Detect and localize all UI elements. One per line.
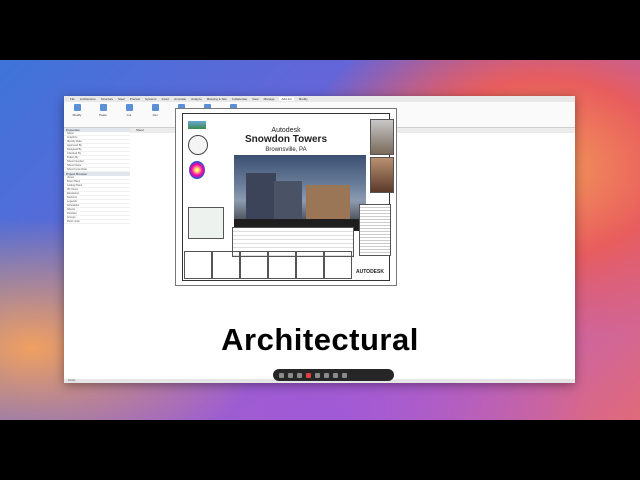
title-sheet[interactable]: Autodesk Snowdon Towers Brownsville, PA …	[175, 108, 397, 286]
tab-structure[interactable]: Structure	[101, 97, 113, 101]
video-caption: Architectural	[221, 322, 419, 357]
browser-item[interactable]: Revit Links	[64, 220, 130, 224]
button-label: Cut	[126, 113, 132, 117]
tab-modify[interactable]: Modify	[299, 97, 308, 101]
paste-button[interactable]: Paste	[96, 104, 110, 125]
tab-view[interactable]: View	[252, 97, 258, 101]
sheet-brand: Autodesk	[271, 127, 301, 134]
recording-toolbar	[273, 369, 394, 381]
app-icon[interactable]	[297, 372, 302, 378]
tab-steel[interactable]: Steel	[118, 97, 125, 101]
logo-emblem-icon	[188, 121, 206, 129]
app-icon[interactable]	[333, 372, 338, 378]
scissors-icon	[125, 104, 133, 111]
record-icon[interactable]	[306, 372, 311, 378]
tab-architecture[interactable]: Architecture	[80, 97, 96, 101]
titleblock-cell	[240, 251, 268, 279]
building-photo	[234, 155, 366, 231]
drawing-list-table	[359, 204, 391, 256]
thumbnail-image	[370, 157, 394, 193]
tab-precast[interactable]: Precast	[130, 97, 140, 101]
join-icon	[151, 104, 159, 111]
sheet-location: Brownsville, PA	[265, 147, 307, 153]
titleblock-cell	[324, 251, 352, 279]
tab-file[interactable]: File	[70, 97, 75, 101]
clipboard-icon	[99, 104, 107, 111]
site-plan-thumbnail	[188, 207, 224, 239]
tab-collaborate[interactable]: Collaborate	[232, 97, 247, 101]
titleblock-cell	[212, 251, 240, 279]
tab-add-ins[interactable]: Add-Ins	[279, 97, 294, 101]
cursor-icon	[73, 104, 81, 111]
app-icon[interactable]	[279, 372, 284, 378]
app-icon[interactable]	[288, 372, 293, 378]
autodesk-footer-logo: AUTODESK	[356, 269, 384, 275]
sheet-project-title: Snowdon Towers	[244, 134, 328, 145]
titleblock-cell	[296, 251, 324, 279]
modify-button[interactable]: Modify	[70, 104, 84, 125]
color-wheel-icon	[189, 161, 205, 179]
button-label: Modify	[72, 113, 82, 117]
tab-manage[interactable]: Manage	[264, 97, 275, 101]
thumbnail-image	[370, 119, 394, 155]
join-button[interactable]: Join	[148, 104, 162, 125]
tab-massing[interactable]: Massing & Site	[207, 97, 227, 101]
button-label: Join	[152, 113, 158, 117]
cut-button[interactable]: Cut	[122, 104, 136, 125]
titleblock-cell	[184, 251, 212, 279]
tab-annotate[interactable]: Annotate	[174, 97, 186, 101]
app-icon[interactable]	[342, 372, 347, 378]
tab-systems[interactable]: Systems	[145, 97, 157, 101]
button-label: Paste	[99, 113, 107, 117]
titleblock-cell	[268, 251, 296, 279]
app-icon[interactable]	[324, 372, 329, 378]
tab-analyze[interactable]: Analyze	[191, 97, 202, 101]
app-icon[interactable]	[315, 372, 320, 378]
tab-insert[interactable]: Insert	[162, 97, 170, 101]
badge-seal-icon	[188, 135, 208, 155]
